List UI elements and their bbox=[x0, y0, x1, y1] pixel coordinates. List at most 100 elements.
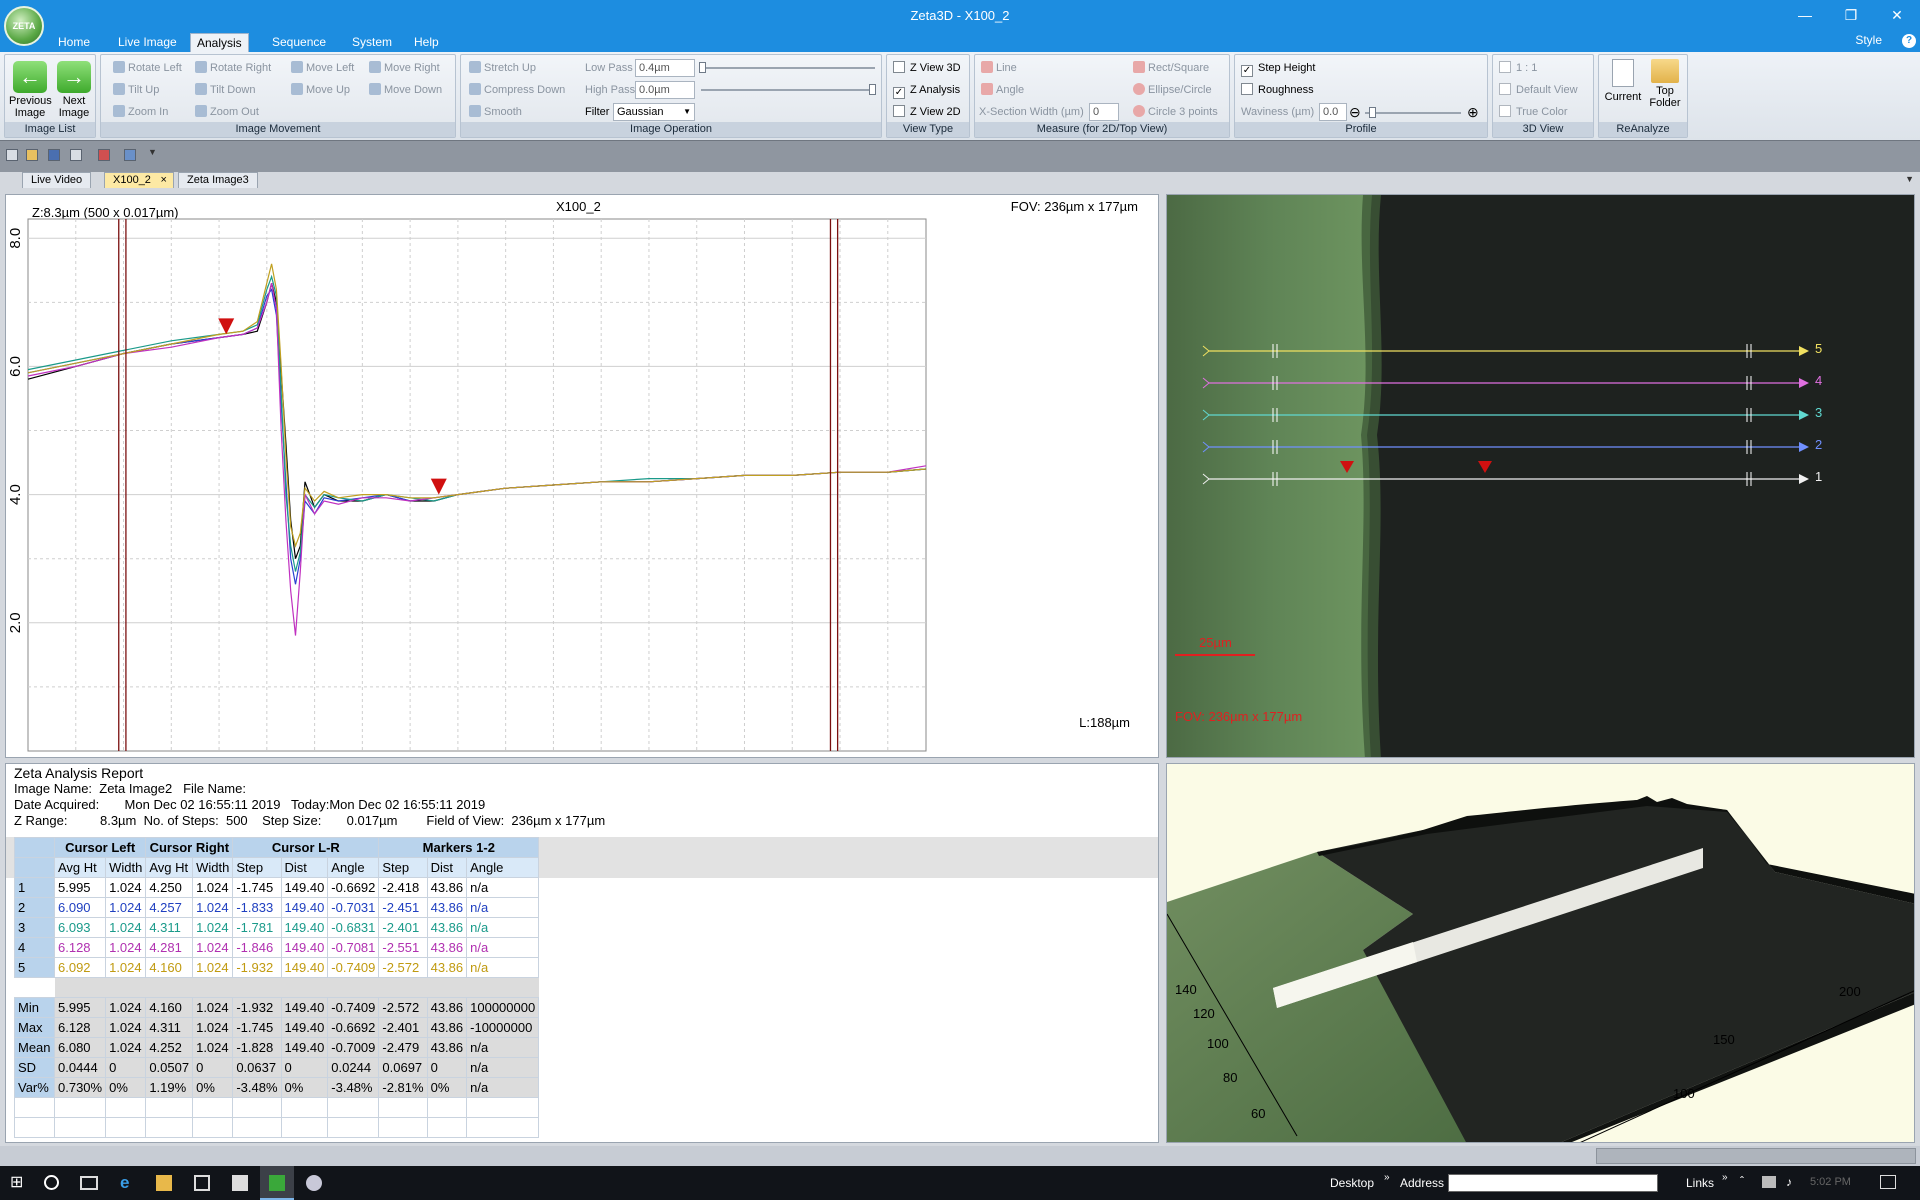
line-tool-button[interactable]: Line bbox=[981, 59, 1017, 77]
profile-chart[interactable]: 20 40 60 80 100 120 140 160 180 2.0 4.0 6.0 8.0 bbox=[6, 195, 1160, 759]
waviness-input[interactable]: 0.0 bbox=[1319, 103, 1347, 121]
3d-surface-view[interactable] bbox=[1167, 764, 1915, 1143]
table-row[interactable]: Max 6.128 1.024 4.311 1.024 -1.745 149.40 -0.66… bbox=[14, 1017, 540, 1038]
high-pass-slider-thumb[interactable] bbox=[869, 84, 876, 95]
reanalyze-current-button[interactable]: Current bbox=[1603, 59, 1643, 103]
network-icon[interactable] bbox=[1762, 1176, 1776, 1188]
app-logo[interactable]: ZETA bbox=[4, 6, 44, 46]
help-icon[interactable]: ? bbox=[1902, 34, 1916, 48]
tabs-dropdown-icon[interactable]: ▼ bbox=[1905, 174, 1914, 184]
ellipse-tool-button[interactable]: Ellipse/Circle bbox=[1133, 81, 1212, 99]
table-row[interactable]: Min 5.995 1.024 4.160 1.024 -1.932 149.40 -0.74… bbox=[14, 997, 540, 1018]
table-row[interactable]: 5 6.092 1.024 4.160 1.024 -1.932 149.40 -0.7409… bbox=[14, 957, 540, 978]
store-icon[interactable] bbox=[194, 1175, 210, 1191]
chevron-right-icon[interactable]: » bbox=[1384, 1172, 1390, 1183]
new-file-icon[interactable] bbox=[6, 149, 18, 161]
zoom-minus-icon[interactable]: ⊖ bbox=[1349, 103, 1361, 121]
tab-live-image[interactable]: Live Image bbox=[112, 33, 183, 52]
style-menu[interactable]: Style bbox=[1855, 33, 1882, 47]
high-pass-input[interactable]: 0.0µm bbox=[635, 81, 695, 99]
desktop-toolbar[interactable]: Desktop bbox=[1330, 1176, 1374, 1190]
tab-home[interactable]: Home bbox=[52, 33, 96, 52]
print-icon[interactable] bbox=[70, 149, 82, 161]
open-folder-icon[interactable] bbox=[26, 149, 38, 161]
zoom-plus-icon[interactable]: ⊕ bbox=[1467, 103, 1479, 121]
chevron-up-icon[interactable]: ˆ bbox=[1740, 1174, 1744, 1188]
rotate-right-button[interactable]: Rotate Right bbox=[195, 59, 271, 77]
default-view-checkbox[interactable]: Default View bbox=[1499, 81, 1578, 99]
restore-button[interactable]: ❐ bbox=[1828, 0, 1874, 30]
table-row[interactable]: 2 6.090 1.024 4.257 1.024 -1.833 149.40 -0.7031… bbox=[14, 897, 540, 918]
minimize-button[interactable]: — bbox=[1782, 0, 1828, 30]
links-toolbar[interactable]: Links bbox=[1686, 1176, 1714, 1190]
filter-select[interactable]: Gaussian ▼ bbox=[613, 103, 695, 121]
z-view-2d-checkbox[interactable]: Z View 2D bbox=[893, 103, 961, 121]
smooth-button[interactable]: Smooth bbox=[469, 103, 522, 121]
previous-image-button[interactable]: ← Previous Image bbox=[9, 61, 52, 119]
profile-graph-panel[interactable]: Z:8.3µm (500 x 0.017µm) X100_2 FOV: 236µ… bbox=[5, 194, 1160, 759]
windows-start-icon[interactable]: ⊞ bbox=[10, 1175, 26, 1191]
move-left-button[interactable]: Move Left bbox=[291, 59, 354, 77]
one-to-one-checkbox[interactable]: 1 : 1 bbox=[1499, 59, 1537, 77]
reanalyze-top-folder-button[interactable]: Top Folder bbox=[1645, 59, 1685, 109]
doc-tab-live-video[interactable]: Live Video bbox=[22, 172, 92, 188]
table-row[interactable]: SD 0.0444 0 0.0507 0 0.0637 0 0.0244 0.0697 0 n/a bbox=[14, 1057, 540, 1078]
table-row[interactable]: Mean 6.080 1.024 4.252 1.024 -1.828 149.40 -0.7… bbox=[14, 1037, 540, 1058]
high-pass-slider[interactable] bbox=[701, 89, 875, 91]
doc-tab-zeta-image3[interactable]: Zeta Image3 bbox=[178, 172, 258, 188]
file-explorer-icon[interactable] bbox=[156, 1175, 172, 1191]
z-analysis-checkbox[interactable]: ✓ Z Analysis bbox=[893, 81, 960, 99]
waviness-slider-thumb[interactable] bbox=[1369, 107, 1376, 118]
edge-browser-icon[interactable]: e bbox=[120, 1174, 136, 1191]
address-input[interactable] bbox=[1448, 1174, 1658, 1192]
tab-help[interactable]: Help bbox=[408, 33, 445, 52]
mail-icon[interactable] bbox=[232, 1175, 248, 1191]
compress-down-button[interactable]: Compress Down bbox=[469, 81, 565, 99]
next-image-button[interactable]: → Next Image bbox=[55, 61, 93, 119]
x-section-width-input[interactable]: 0 bbox=[1089, 103, 1119, 121]
step-height-checkbox[interactable]: ✓ Step Height bbox=[1241, 59, 1315, 77]
rotate-left-button[interactable]: Rotate Left bbox=[113, 59, 182, 77]
save-icon[interactable] bbox=[48, 149, 60, 161]
search-icon[interactable] bbox=[44, 1175, 59, 1190]
volume-icon[interactable]: ♪ bbox=[1786, 1175, 1792, 1189]
table-row[interactable]: 1 5.995 1.024 4.250 1.024 -1.745 149.40 -0.6692… bbox=[14, 877, 540, 898]
low-pass-slider[interactable] bbox=[701, 67, 875, 69]
tilt-down-button[interactable]: Tilt Down bbox=[195, 81, 255, 99]
customize-dropdown-icon[interactable]: ▼ bbox=[148, 147, 160, 159]
close-button[interactable]: ✕ bbox=[1874, 0, 1920, 30]
chevron-right-icon[interactable]: » bbox=[1722, 1172, 1728, 1183]
tab-analysis[interactable]: Analysis bbox=[190, 33, 249, 52]
waviness-slider[interactable] bbox=[1365, 112, 1461, 114]
export-icon[interactable] bbox=[124, 149, 136, 161]
tab-system[interactable]: System bbox=[346, 33, 398, 52]
tilt-up-button[interactable]: Tilt Up bbox=[113, 81, 159, 99]
close-tab-icon[interactable]: × bbox=[161, 173, 167, 188]
rect-tool-button[interactable]: Rect/Square bbox=[1133, 59, 1209, 77]
notifications-icon[interactable] bbox=[1880, 1175, 1896, 1189]
table-row[interactable]: 4 6.128 1.024 4.281 1.024 -1.846 149.40 -0.7081… bbox=[14, 937, 540, 958]
top-view-image-panel[interactable]: 25µm FOV: 236µm x 177µm 5 4 3 2 1 bbox=[1166, 194, 1915, 758]
clock[interactable]: 5:02 PM bbox=[1810, 1176, 1851, 1188]
angle-tool-button[interactable]: Angle bbox=[981, 81, 1024, 99]
move-down-button[interactable]: Move Down bbox=[369, 81, 442, 99]
low-pass-slider-thumb[interactable] bbox=[699, 62, 706, 73]
roughness-checkbox[interactable]: Roughness bbox=[1241, 81, 1314, 99]
doc-tab-x100-2[interactable]: X100_2 × bbox=[104, 172, 174, 188]
top-view-image[interactable] bbox=[1167, 195, 1915, 758]
move-right-button[interactable]: Move Right bbox=[369, 59, 440, 77]
zoom-out-button[interactable]: Zoom Out bbox=[195, 103, 259, 121]
true-color-checkbox[interactable]: True Color bbox=[1499, 103, 1568, 121]
3d-view-panel[interactable]: 140 120 100 80 60 200 150 100 bbox=[1166, 763, 1915, 1143]
zoom-in-button[interactable]: Zoom In bbox=[113, 103, 168, 121]
stretch-up-button[interactable]: Stretch Up bbox=[469, 59, 536, 77]
zeta3d-taskbar-item[interactable] bbox=[260, 1166, 294, 1200]
move-up-button[interactable]: Move Up bbox=[291, 81, 350, 99]
app-icon[interactable] bbox=[306, 1175, 322, 1191]
delete-icon[interactable] bbox=[98, 149, 110, 161]
z-view-3d-checkbox[interactable]: Z View 3D bbox=[893, 59, 961, 77]
circle3-tool-button[interactable]: Circle 3 points bbox=[1133, 103, 1218, 121]
low-pass-input[interactable]: 0.4µm bbox=[635, 59, 695, 77]
table-row[interactable]: 3 6.093 1.024 4.311 1.024 -1.781 149.40 -0.6831… bbox=[14, 917, 540, 938]
task-view-icon[interactable] bbox=[80, 1176, 98, 1190]
